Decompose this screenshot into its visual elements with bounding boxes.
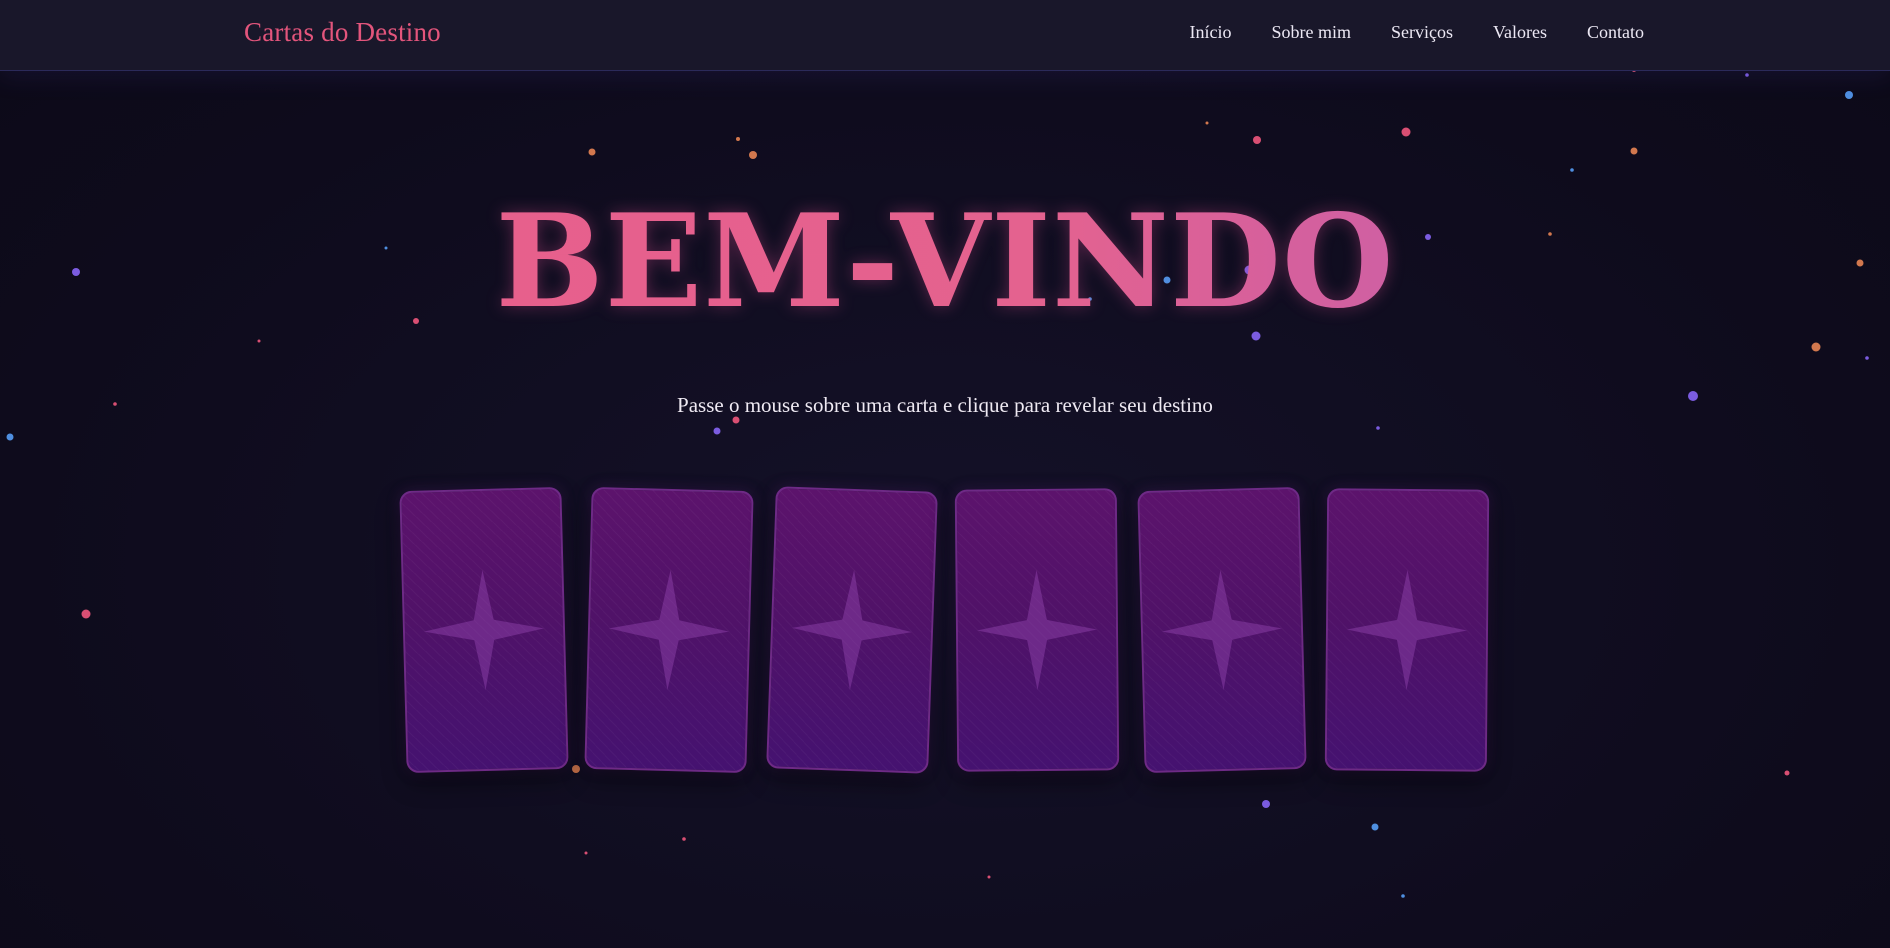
four-point-star-icon xyxy=(424,570,544,690)
nav-link-contato[interactable]: Contato xyxy=(1587,22,1644,43)
tarot-card-6[interactable] xyxy=(1324,488,1490,772)
four-point-star-icon xyxy=(1347,570,1467,690)
tarot-card-5[interactable] xyxy=(1137,486,1307,774)
nav-link-inicio[interactable]: Início xyxy=(1190,22,1232,43)
tarot-card-3[interactable] xyxy=(766,486,938,774)
page: Cartas do Destino Início Sobre mim Servi… xyxy=(0,0,1890,948)
hero-subtitle: Passe o mouse sobre uma carta e clique p… xyxy=(677,393,1213,417)
nav-link-servicos[interactable]: Serviços xyxy=(1391,22,1453,43)
hero-title: BEM-VINDO xyxy=(0,182,1890,342)
four-point-star-icon xyxy=(1162,570,1282,690)
four-point-star-icon xyxy=(609,570,729,690)
four-point-star-icon xyxy=(977,570,1097,690)
nav-link-valores[interactable]: Valores xyxy=(1493,22,1547,43)
tarot-card-4[interactable] xyxy=(954,488,1120,772)
brand-logo-link[interactable]: Cartas do Destino xyxy=(244,17,441,48)
tarot-card-2[interactable] xyxy=(584,486,754,774)
navbar: Cartas do Destino Início Sobre mim Servi… xyxy=(0,0,1890,71)
four-point-star-icon xyxy=(792,570,912,690)
nav-link-sobre-mim[interactable]: Sobre mim xyxy=(1272,22,1352,43)
tarot-card-1[interactable] xyxy=(399,486,569,774)
nav-links: Início Sobre mim Serviços Valores Contat… xyxy=(1190,22,1644,43)
star-field xyxy=(6,68,1869,898)
